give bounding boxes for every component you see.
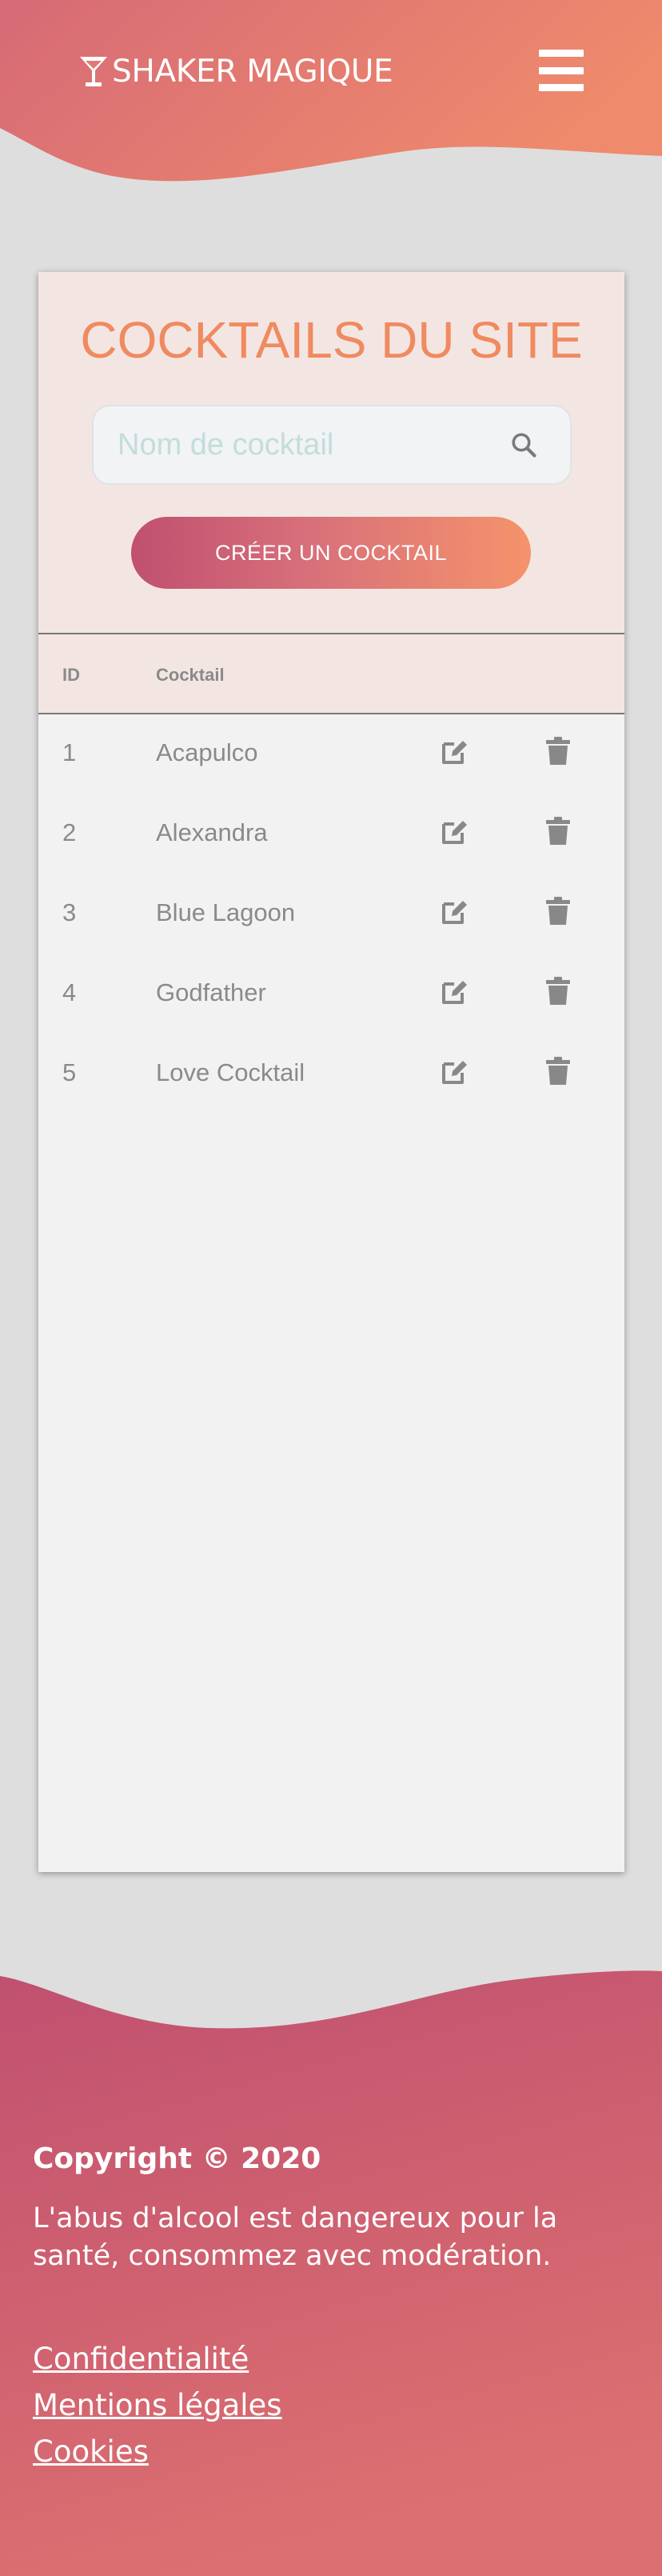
table-row: 2 Alexandra [38,794,624,874]
table-row: 1 Acapulco [38,714,624,794]
cell-id: 5 [62,1058,77,1086]
cell-cocktail-name: Love Cocktail [156,1058,305,1086]
edit-icon[interactable] [441,1058,468,1086]
edit-icon[interactable] [441,818,468,846]
header-wave-background [0,0,662,182]
hamburger-menu-icon[interactable] [539,50,584,91]
site-footer: Copyright © 2020 L'abus d'alcool est dan… [0,1936,662,2576]
brand-logo[interactable]: SHAKER MAGIQUE [78,51,393,91]
cell-id: 3 [62,898,77,926]
search-icon[interactable] [509,430,538,459]
cookies-link[interactable]: Cookies [33,2434,149,2469]
privacy-link[interactable]: Confidentialité [33,2342,249,2376]
alcohol-disclaimer: L'abus d'alcool est dangereux pour la sa… [33,2202,558,2272]
table-row: 5 Love Cocktail [38,1034,624,1114]
table-body: 1 Acapulco 2 Alexandra 3 Blue Lagoon 4 G… [38,714,624,1114]
column-header-cocktail: Cocktail [156,665,225,685]
card-header: COCKTAILS DU SITE CRÉER UN COCKTAIL [38,272,624,634]
cocktail-list-card: COCKTAILS DU SITE CRÉER UN COCKTAIL ID C… [38,272,624,1872]
cell-cocktail-name: Acapulco [156,738,258,766]
cell-cocktail-name: Godfather [156,978,266,1006]
page-title: COCKTAILS DU SITE [80,311,583,369]
table-row: 3 Blue Lagoon [38,874,624,954]
table-row: 4 Godfather [38,954,624,1034]
edit-icon[interactable] [441,978,468,1006]
search-input[interactable] [94,406,509,483]
table-header: ID Cocktail [38,634,624,714]
legal-notice-link[interactable]: Mentions légales [33,2388,282,2422]
search-box [92,405,572,485]
copyright-text: Copyright © 2020 [33,2142,321,2175]
trash-icon[interactable] [546,1057,570,1086]
trash-icon[interactable] [546,817,570,846]
trash-icon[interactable] [546,737,570,766]
edit-icon[interactable] [441,738,468,766]
cell-cocktail-name: Blue Lagoon [156,898,296,926]
cell-cocktail-name: Alexandra [156,818,268,846]
trash-icon[interactable] [546,977,570,1006]
cell-id: 1 [62,738,77,766]
create-cocktail-button[interactable]: CRÉER UN COCKTAIL [131,517,531,589]
column-header-id: ID [62,665,80,685]
site-header: SHAKER MAGIQUE [0,0,662,192]
brand-name: SHAKER MAGIQUE [112,53,393,90]
trash-icon[interactable] [546,897,570,926]
cell-id: 4 [62,978,77,1006]
cocktail-glass-icon [80,57,107,86]
cell-id: 2 [62,818,77,846]
edit-icon[interactable] [441,898,468,926]
